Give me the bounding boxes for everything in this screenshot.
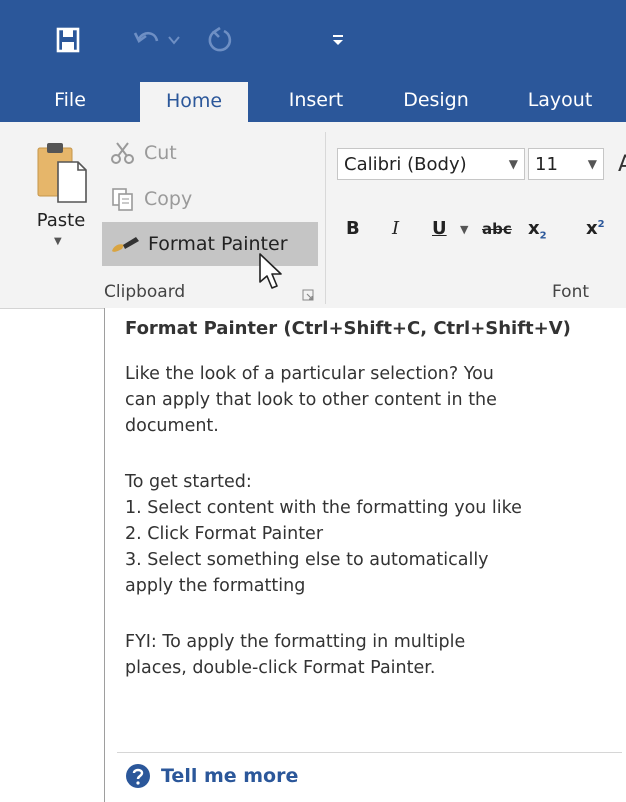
undo-icon (133, 31, 180, 45)
redo-button[interactable] (200, 10, 240, 70)
help-icon (126, 764, 150, 788)
tooltip-line: apply the formatting (125, 576, 306, 596)
chevron-down-icon: ▼ (587, 157, 597, 171)
bold-button[interactable]: B (346, 218, 360, 239)
tooltip-divider (117, 752, 622, 753)
paste-button[interactable]: Paste ▼ (24, 136, 98, 266)
tab-home[interactable]: Home (140, 82, 248, 122)
scissors-icon (111, 142, 134, 164)
superscript-button[interactable]: x2 (586, 218, 605, 239)
paste-icon (37, 143, 87, 203)
customize-qat-icon (333, 35, 343, 45)
subscript-x: x (528, 218, 540, 239)
tell-me-more-label: Tell me more (161, 765, 299, 787)
save-icon (56, 27, 80, 53)
font-group-label: Font (552, 282, 590, 302)
tab-insert[interactable]: Insert (274, 80, 358, 122)
tooltip-line: 1. Select content with the formatting yo… (125, 498, 522, 518)
paintbrush-icon (112, 237, 139, 252)
copy-label: Copy (144, 188, 193, 210)
undo-button[interactable] (130, 10, 186, 70)
superscript-2: 2 (597, 219, 605, 230)
dialog-launcher-icon[interactable] (302, 286, 314, 301)
mouse-cursor-icon (259, 253, 282, 289)
tooltip-spacer (125, 439, 620, 469)
tooltip-line: 2. Click Format Painter (125, 524, 324, 544)
redo-icon (208, 26, 232, 52)
underline-button[interactable]: U (432, 218, 447, 239)
grow-font-button[interactable]: A (618, 152, 626, 178)
group-separator (325, 132, 326, 304)
font-size-value: 11 (535, 153, 558, 175)
title-bar (0, 0, 626, 80)
copy-button[interactable]: Copy (110, 182, 192, 216)
tooltip-line: To get started: (125, 472, 252, 492)
copy-icon (112, 188, 133, 211)
tooltip-line: can apply that look to other content in … (125, 390, 497, 410)
subscript-button[interactable]: x2 (528, 218, 547, 242)
superscript-x: x (586, 218, 598, 239)
tooltip-body: Like the look of a particular selection?… (125, 361, 620, 681)
ribbon: Paste ▼ Cut Copy Format Painter Clipboar… (0, 122, 626, 309)
tooltip-spacer (125, 599, 620, 629)
font-name-combo[interactable]: Calibri (Body) ▼ (337, 148, 525, 180)
tooltip-line: Like the look of a particular selection?… (125, 364, 494, 384)
tooltip-title: Format Painter (Ctrl+Shift+C, Ctrl+Shift… (125, 318, 571, 339)
customize-qat-button[interactable] (326, 10, 350, 70)
chevron-down-icon: ▼ (508, 157, 518, 171)
italic-button[interactable]: I (392, 218, 399, 239)
paste-label: Paste (36, 210, 86, 231)
strikethrough-button[interactable]: abc (482, 220, 512, 238)
tab-file[interactable]: File (40, 80, 100, 122)
cut-button[interactable]: Cut (110, 136, 177, 170)
format-painter-tooltip: Format Painter (Ctrl+Shift+C, Ctrl+Shift… (104, 308, 626, 802)
chevron-down-icon: ▼ (54, 236, 62, 247)
tab-layout[interactable]: Layout (512, 80, 608, 122)
clipboard-group-label: Clipboard (104, 282, 186, 302)
tab-design[interactable]: Design (388, 80, 484, 122)
font-size-combo[interactable]: 11 ▼ (528, 148, 604, 180)
tooltip-line: document. (125, 416, 219, 436)
tooltip-line: 3. Select something else to automaticall… (125, 550, 489, 570)
font-name-value: Calibri (Body) (344, 153, 467, 175)
tooltip-line: places, double-click Format Painter. (125, 658, 436, 678)
cut-label: Cut (144, 142, 177, 164)
ribbon-tabs: File Home Insert Design Layout (0, 80, 626, 122)
tell-me-more-link[interactable]: Tell me more (125, 760, 298, 792)
chevron-down-icon[interactable]: ▼ (460, 223, 468, 236)
save-button[interactable] (48, 10, 88, 70)
subscript-2: 2 (539, 230, 547, 242)
tooltip-line: FYI: To apply the formatting in multiple (125, 632, 466, 652)
